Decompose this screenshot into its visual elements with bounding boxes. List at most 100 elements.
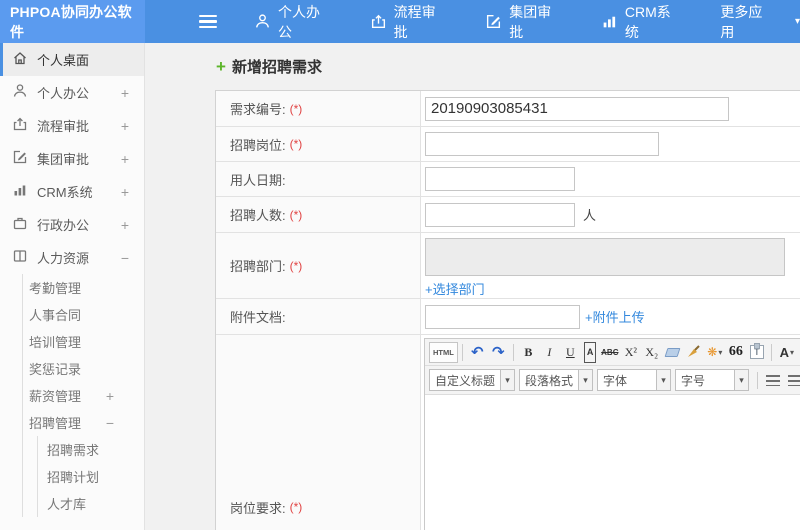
sidebar-item-group-approval[interactable]: 集团审批 + [0,142,144,175]
font-color-a: A [779,344,790,360]
label-text: 附件文档: [230,310,286,325]
align-left-icon[interactable] [766,374,781,386]
form-row-attachment: 附件文档: +附件上传 [216,299,800,335]
font-color-button[interactable]: A ▾ [776,342,797,363]
sidebar-item-hr[interactable]: 人力资源 − [0,241,144,274]
field-label: 用人日期: [216,162,421,196]
sidebar-item-recruit-mgmt[interactable]: 招聘管理 − [23,409,144,436]
paste-plain-button[interactable]: T [746,342,767,363]
nav-item-crm[interactable]: CRM系统 [601,2,683,42]
request-number-input[interactable] [425,96,729,121]
superscript-button[interactable]: X² [620,342,641,363]
label-text: 岗位要求: [230,500,286,516]
underline-button[interactable]: U [560,342,581,363]
nav-item-personal-office[interactable]: 个人办公 [254,2,333,42]
form-row-hire-date: 用人日期: [216,162,800,197]
hire-date-input[interactable] [425,167,575,191]
chart-icon [601,13,618,30]
sidebar-recruit-submenu: 招聘需求 招聘计划 人才库 [37,436,144,517]
remove-format-button[interactable] [662,342,683,363]
expand-plus-icon[interactable]: + [121,151,129,167]
caret-down-icon: ▾ [718,347,723,357]
sidebar-item-personal-office[interactable]: 个人办公 + [0,76,144,109]
font-style-button[interactable]: A [583,341,597,363]
caret-down-icon: ▾ [500,370,515,390]
top-navbar: PHPOA协同办公软件 个人办公 流程审批 集团审批 CRM系统 更多应用 ▾ [0,0,800,43]
nav-label: 更多应用 [720,3,763,40]
sidebar-item-rewards[interactable]: 奖惩记录 [23,355,144,382]
collapse-minus-icon[interactable]: − [106,415,114,431]
italic-button[interactable]: I [539,342,560,363]
toolbar-separator [461,343,463,361]
position-input[interactable] [425,132,659,156]
department-textarea[interactable] [425,238,785,276]
form-row-position: 招聘岗位: (*) [216,127,800,162]
bold-button[interactable]: B [518,342,539,363]
emoticon-button[interactable]: ❋ ▾ [704,342,725,363]
field-label: 附件文档: [216,299,421,334]
menu-icon[interactable] [199,14,217,29]
blockquote-button[interactable]: 66 [725,342,746,363]
headcount-input[interactable] [425,202,575,227]
home-icon [12,50,28,69]
nav-item-workflow-approval[interactable]: 流程审批 [370,2,449,42]
recruit-request-form: 需求编号: (*) 招聘岗位: (*) 用人日期: [215,90,800,530]
subscript-button[interactable]: X₂ [641,342,662,363]
sidebar-item-label: 行政办公 [37,218,90,233]
expand-plus-icon[interactable]: + [121,85,129,101]
app-logo: PHPOA协同办公软件 [0,0,145,43]
field-label: 招聘部门: (*) [216,233,421,298]
field-value: +附件上传 [421,299,800,334]
paragraph-format-select[interactable]: 段落格式 ▾ [519,369,594,391]
editor-content-area[interactable] [425,395,800,530]
workflow-icon [370,13,387,30]
sidebar-item-personal-desktop[interactable]: 个人桌面 [0,43,144,76]
top-nav: 个人办公 流程审批 集团审批 CRM系统 更多应用 ▾ [145,0,800,43]
collapse-minus-icon[interactable]: − [121,250,129,266]
sidebar-item-recruit-plan[interactable]: 招聘计划 [38,463,144,490]
field-value: 人 [421,197,800,232]
sidebar-item-talent-pool[interactable]: 人才库 [38,490,144,517]
expand-plus-icon[interactable]: + [121,217,129,233]
redo-icon[interactable]: ↷ [488,342,509,363]
sidebar-item-label: 培训管理 [29,335,82,350]
nav-item-group-approval[interactable]: 集团审批 [485,2,564,42]
nav-label: CRM系统 [624,3,671,40]
expand-plus-icon[interactable]: + [121,184,129,200]
select-value: 字号 [681,373,706,388]
align-center-icon[interactable] [788,374,800,386]
custom-title-select[interactable]: 自定义标题 ▾ [429,369,516,391]
expand-plus-icon[interactable]: + [106,388,114,404]
attachment-input[interactable] [425,304,580,329]
select-department-link[interactable]: +选择部门 [425,279,485,298]
person-icon [12,83,28,102]
sidebar-item-label: 奖惩记录 [29,362,82,377]
sidebar-item-hr-contract[interactable]: 人事合同 [23,301,144,328]
sidebar-item-workflow-approval[interactable]: 流程审批 + [0,109,144,142]
sidebar-item-crm[interactable]: CRM系统 + [0,175,144,208]
caret-down-icon: ▾ [790,347,795,357]
format-brush-button[interactable] [683,342,704,363]
nav-item-more-apps[interactable]: 更多应用 ▾ [720,2,800,42]
sidebar-item-training[interactable]: 培训管理 [23,328,144,355]
caret-down-icon: ▾ [734,370,749,390]
html-source-button[interactable]: HTML [429,341,458,363]
sidebar-item-admin-office[interactable]: 行政办公 + [0,208,144,241]
undo-icon[interactable]: ↶ [467,342,488,363]
strikethrough-button[interactable]: ABC [599,342,620,363]
font-family-select[interactable]: 字体 ▾ [597,369,672,391]
sidebar-item-salary[interactable]: 薪资管理 + [23,382,144,409]
attachment-upload-link[interactable]: +附件上传 [585,307,645,326]
sidebar-item-label: CRM系统 [37,185,93,200]
sidebar-item-label: 人才库 [47,497,87,512]
sidebar-item-attendance[interactable]: 考勤管理 [23,274,144,301]
select-value: 自定义标题 [435,373,496,388]
required-marker: (*) [289,101,303,116]
field-label: 招聘人数: (*) [216,197,421,232]
field-value [421,162,800,196]
person-icon [254,13,271,30]
expand-plus-icon[interactable]: + [121,118,129,134]
add-plus-icon: + [216,57,226,76]
sidebar-item-recruit-request[interactable]: 招聘需求 [38,436,144,463]
font-size-select[interactable]: 字号 ▾ [675,369,750,391]
